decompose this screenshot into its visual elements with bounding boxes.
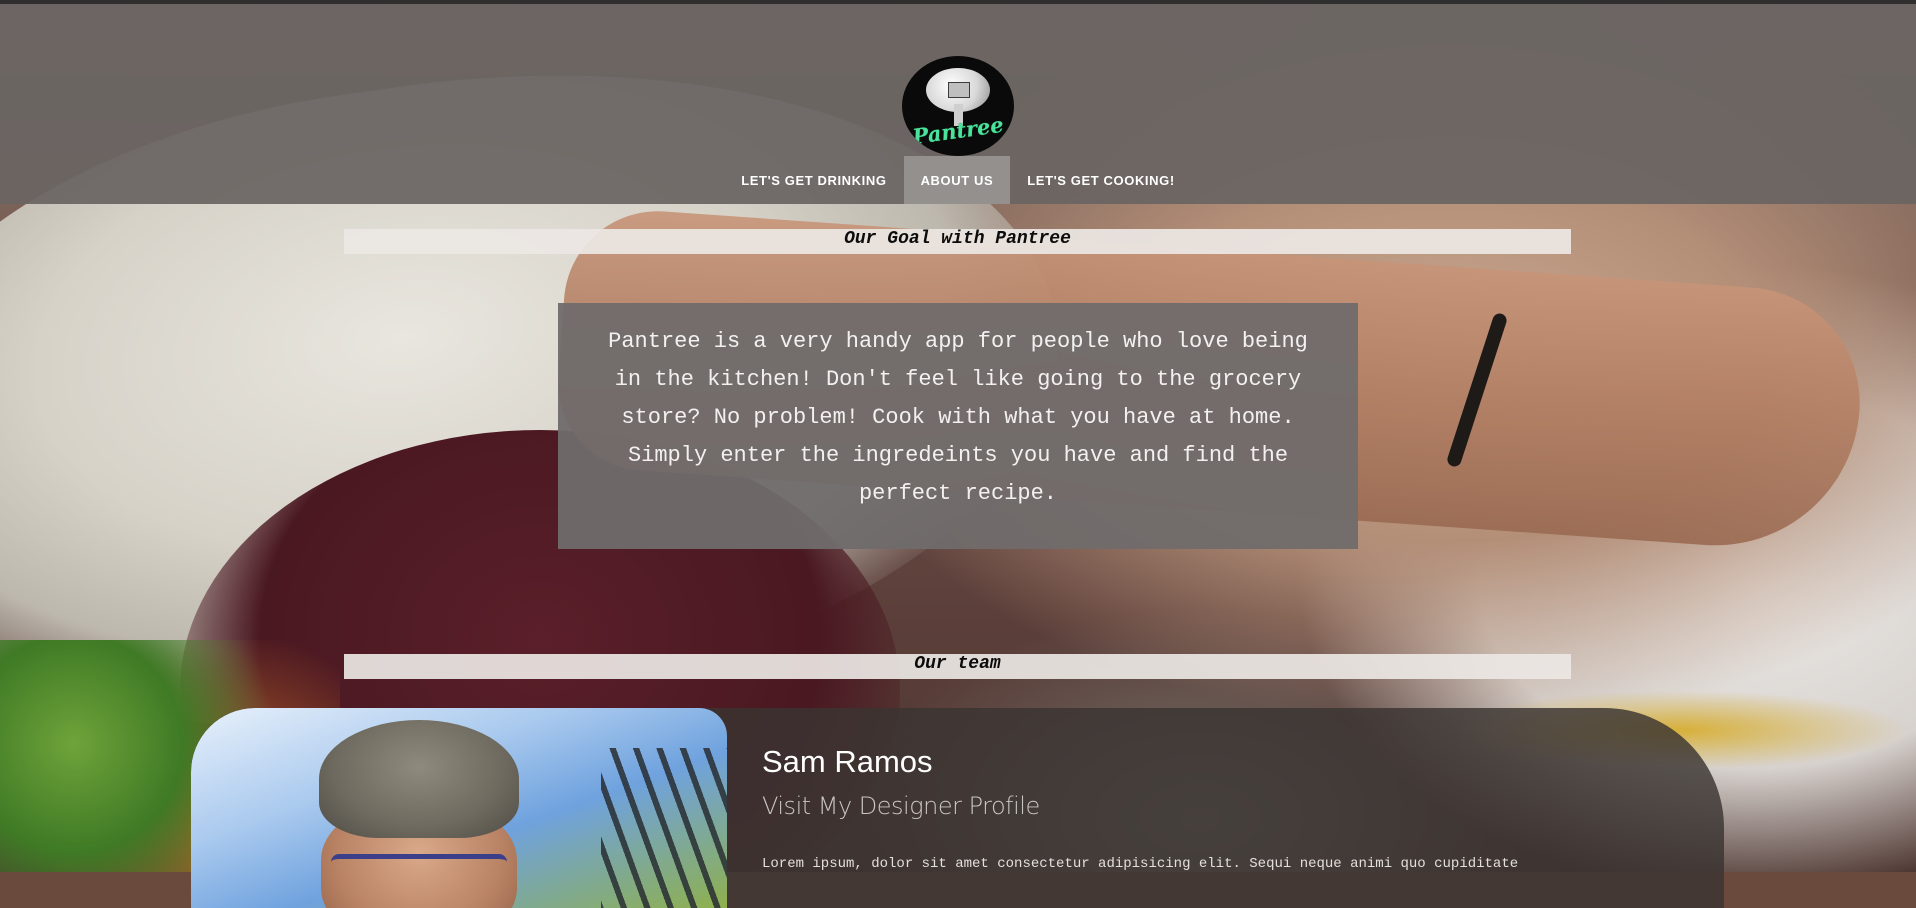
pantree-logo[interactable]: Pantree: [902, 56, 1014, 156]
goal-heading: Our Goal with Pantree: [344, 229, 1571, 254]
goal-description-box: Pantree is a very handy app for people w…: [558, 303, 1358, 549]
main-nav: LET'S GET DRINKING ABOUT US LET'S GET CO…: [0, 156, 1916, 204]
member-info: Sam Ramos Visit My Designer Profile Lore…: [762, 708, 1724, 908]
member-photo: [191, 708, 727, 908]
treehouse-icon: [948, 82, 970, 98]
member-bio: Lorem ipsum, dolor sit amet consectetur …: [762, 856, 1519, 872]
nav-about-us[interactable]: ABOUT US: [903, 156, 1011, 204]
designer-profile-link[interactable]: Visit My Designer Profile: [762, 792, 1040, 820]
team-heading: Our team: [344, 654, 1571, 679]
team-member-card: Sam Ramos Visit My Designer Profile Lore…: [191, 708, 1724, 908]
nav-lets-get-drinking[interactable]: LET'S GET DRINKING: [724, 156, 903, 204]
member-name: Sam Ramos: [762, 744, 933, 779]
nav-lets-get-cooking[interactable]: LET'S GET COOKING!: [1010, 156, 1192, 204]
goal-description: Pantree is a very handy app for people w…: [608, 329, 1308, 506]
